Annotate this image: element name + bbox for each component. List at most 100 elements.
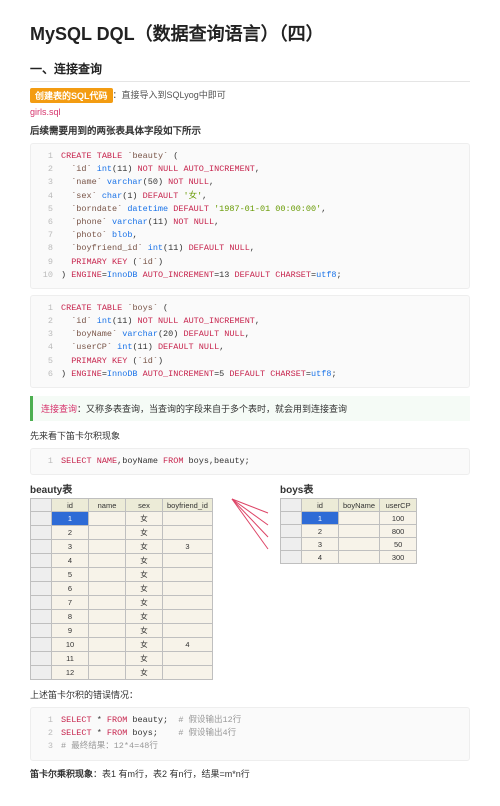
cell [163,666,213,680]
cell [163,568,213,582]
cell [339,551,380,564]
code-line: 2SELECT * FROM boys; # 假设输出4行 [31,727,469,740]
cell: 1 [52,512,89,526]
code-block-select-cartesian: 1SELECT NAME,boyName FROM boys,beauty; [30,448,470,475]
callout-term: 连接查询 [41,404,77,414]
boys-title: boys表 [280,481,470,496]
cell [163,610,213,624]
sql-file-link[interactable]: girls.sql [30,107,470,117]
cell [89,582,126,596]
page-title: MySQL DQL（数据查询语言）（四） [30,20,470,46]
cell [339,525,380,538]
code-line: 1SELECT * FROM beauty; # 假设输出12行 [31,714,469,727]
cell: 女 [126,540,163,554]
cell [89,512,126,526]
code-line: 4 `userCP` int(11) DEFAULT NULL, [31,341,469,354]
callout: 连接查询：又称多表查询，当查询的字段来自于多个表时，就会用到连接查询 [30,396,470,421]
cell [163,596,213,610]
code-line: 5 `borndate` datetime DEFAULT '1987-01-0… [31,203,469,216]
code-block-create-boys: 1CREATE TABLE `boys` (2 `id` int(11) NOT… [30,295,470,388]
cell: 4 [52,554,89,568]
code-line: 3# 最终结果：12*4=48行 [31,740,469,753]
code-block-create-beauty: 1CREATE TABLE `beauty` (2 `id` int(11) N… [30,143,470,289]
code-line: 3 `name` varchar(50) NOT NULL, [31,176,469,189]
cell [89,666,126,680]
cell: 女 [126,568,163,582]
tables-row: beauty表 idnamesexboyfriend_id1女2女3女34女5女… [30,481,470,680]
cell [89,554,126,568]
boys-block: boys表 idboyNameuserCP110028003504300 [280,481,470,564]
cell: 1 [302,512,339,525]
cell: 5 [52,568,89,582]
col-boyName: boyName [339,499,380,512]
cell: 女 [126,554,163,568]
code-line: 9 PRIMARY KEY (`id`) [31,256,469,269]
cell: 女 [126,652,163,666]
cell: 女 [126,526,163,540]
code-line: 4 `sex` char(1) DEFAULT '女', [31,190,469,203]
section-heading: 一、连接查询 [30,60,470,82]
cell: 3 [52,540,89,554]
col-userCP: userCP [380,499,417,512]
col-id: id [302,499,339,512]
cell: 9 [52,624,89,638]
cell: 女 [126,582,163,596]
cell [89,568,126,582]
cell [339,512,380,525]
code-line: 3 `boyName` varchar(20) DEFAULT NULL, [31,328,469,341]
code-line: 6 `phone` varchar(11) NOT NULL, [31,216,469,229]
cell [163,526,213,540]
cell: 6 [52,582,89,596]
cell: 4 [163,638,213,652]
cell: 100 [380,512,417,525]
tag-badge: 创建表的SQL代码 [30,88,113,103]
cell: 7 [52,596,89,610]
tag-line: 创建表的SQL代码：直接导入到SQLyog中即可 [30,88,470,103]
beauty-block: beauty表 idnamesexboyfriend_id1女2女3女34女5女… [30,481,220,680]
cell: 10 [52,638,89,652]
cell: 女 [126,666,163,680]
cell: 800 [380,525,417,538]
tag-suffix: ：直接导入到SQLyog中即可 [113,90,226,100]
final-bold: 笛卡尔乘积现象 [30,769,93,779]
callout-text: ：又称多表查询，当查询的字段来自于多个表时，就会用到连接查询 [77,404,347,414]
cell: 2 [302,525,339,538]
cell: 12 [52,666,89,680]
cell [163,512,213,526]
cell [89,610,126,624]
code-line: 1CREATE TABLE `beauty` ( [31,150,469,163]
beauty-title: beauty表 [30,481,220,496]
col-sex: sex [126,499,163,512]
cell: 女 [126,512,163,526]
cell [89,526,126,540]
final-rest: ：表1 有m行，表2 有n行，结果=m*n行 [93,769,250,779]
cell: 女 [126,610,163,624]
para-cartesian-error: 上述笛卡尔积的错误情况： [30,688,470,701]
cell [89,624,126,638]
code-line: 1SELECT NAME,boyName FROM boys,beauty; [31,455,469,468]
col-boyfriend_id: boyfriend_id [163,499,213,512]
beauty-table: idnamesexboyfriend_id1女2女3女34女5女6女7女8女9女… [30,498,213,680]
code-block-cartesian-explain: 1SELECT * FROM beauty; # 假设输出12行2SELECT … [30,707,470,761]
intro-bold: 后续需要用到的两张表具体字段如下所示 [30,123,470,137]
code-line: 8 `boyfriend_id` int(11) DEFAULT NULL, [31,242,469,255]
cell: 3 [302,538,339,551]
code-line: 2 `id` int(11) NOT NULL AUTO_INCREMENT, [31,315,469,328]
cell [163,652,213,666]
cell: 8 [52,610,89,624]
code-line: 10) ENGINE=InnoDB AUTO_INCREMENT=13 DEFA… [31,269,469,282]
code-line: 7 `photo` blob, [31,229,469,242]
cell: 300 [380,551,417,564]
cell: 2 [52,526,89,540]
boys-table: idboyNameuserCP110028003504300 [280,498,417,564]
col-name: name [89,499,126,512]
cell [89,596,126,610]
code-line: 2 `id` int(11) NOT NULL AUTO_INCREMENT, [31,163,469,176]
cell [89,638,126,652]
cell: 4 [302,551,339,564]
cell: 11 [52,652,89,666]
cell [163,582,213,596]
cell: 女 [126,596,163,610]
col-id: id [52,499,89,512]
code-line: 6) ENGINE=InnoDB AUTO_INCREMENT=5 DEFAUL… [31,368,469,381]
